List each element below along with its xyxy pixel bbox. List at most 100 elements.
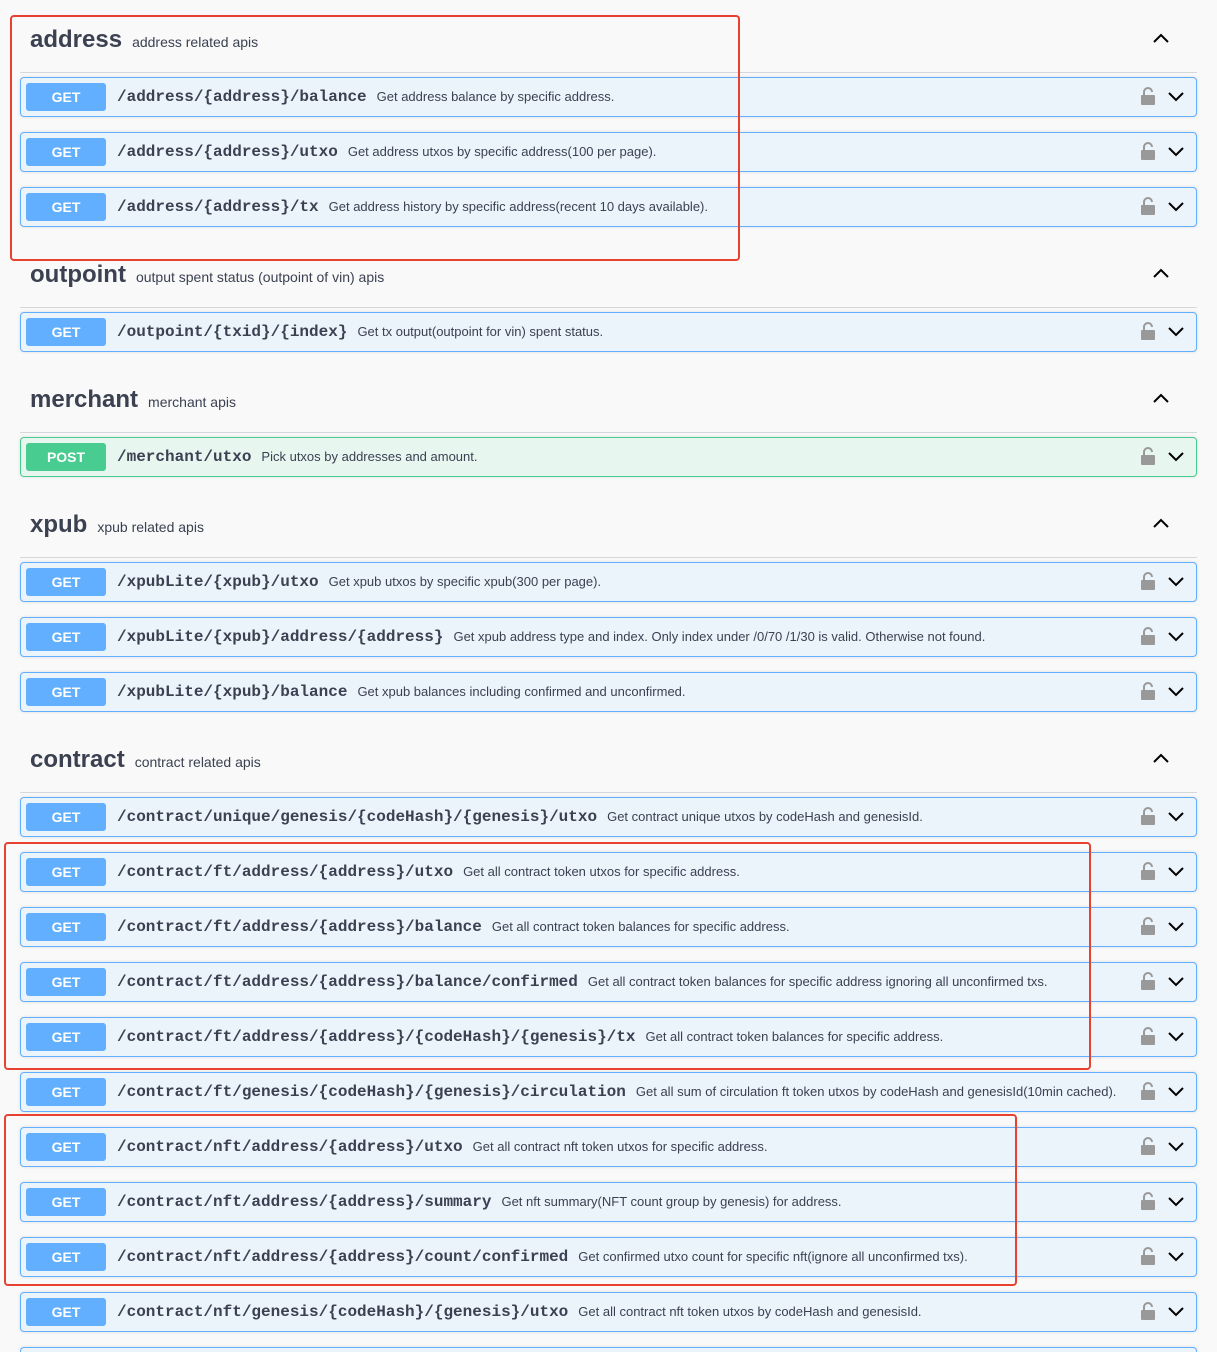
chevron-down-icon[interactable] bbox=[1166, 323, 1186, 341]
unlocked-padlock-icon[interactable] bbox=[1140, 1026, 1156, 1046]
unlocked-padlock-icon[interactable] bbox=[1140, 446, 1156, 466]
operation-path: /contract/ft/genesis/{codeHash}/{genesis… bbox=[117, 1073, 1116, 1111]
unlocked-padlock-icon[interactable] bbox=[1140, 916, 1156, 936]
operation-get-address-utxo[interactable]: GET /address/{address}/utxo Get address u… bbox=[20, 132, 1197, 172]
operation-get-outpoint[interactable]: GET /outpoint/{txid}/{index} Get tx outpu… bbox=[20, 312, 1197, 352]
chevron-down-icon[interactable] bbox=[1166, 1193, 1186, 1211]
unlocked-padlock-icon[interactable] bbox=[1140, 806, 1156, 826]
chevron-down-icon[interactable] bbox=[1166, 1083, 1186, 1101]
operation-path: /xpubLite/{xpub}/utxo Get xpub utxos by s… bbox=[117, 563, 601, 601]
chevron-down-icon[interactable] bbox=[1166, 1138, 1186, 1156]
chevron-down-icon[interactable] bbox=[1166, 808, 1186, 826]
chevron-down-icon[interactable] bbox=[1166, 1303, 1186, 1321]
operation-get-ft-address-utxo[interactable]: GET /contract/ft/address/{address}/utxo G… bbox=[20, 852, 1197, 892]
section-address-header[interactable]: address address related apis bbox=[20, 18, 1197, 73]
path-text: /contract/nft/address/{address}/count/co… bbox=[117, 1248, 569, 1266]
path-text: /merchant/utxo bbox=[117, 448, 252, 466]
method-badge: GET bbox=[26, 803, 106, 831]
chevron-up-icon[interactable] bbox=[1151, 388, 1171, 408]
path-text: /contract/nft/address/{address}/summary bbox=[117, 1193, 492, 1211]
section-description: contract related apis bbox=[134, 754, 261, 770]
chevron-down-icon[interactable] bbox=[1166, 143, 1186, 161]
operation-get-ft-address-balance[interactable]: GET /contract/ft/address/{address}/balan… bbox=[20, 907, 1197, 947]
method-badge: GET bbox=[26, 623, 106, 651]
section-description: xpub related apis bbox=[97, 519, 204, 535]
unlocked-padlock-icon[interactable] bbox=[1140, 1246, 1156, 1266]
chevron-down-icon[interactable] bbox=[1166, 448, 1186, 466]
operation-get-xpub-utxo[interactable]: GET /xpubLite/{xpub}/utxo Get xpub utxos … bbox=[20, 562, 1197, 602]
unlocked-padlock-icon[interactable] bbox=[1140, 321, 1156, 341]
chevron-down-icon[interactable] bbox=[1166, 628, 1186, 646]
chevron-down-icon[interactable] bbox=[1166, 683, 1186, 701]
section-contract-header[interactable]: contract contract related apis bbox=[20, 738, 1197, 793]
path-summary: Get tx output(outpoint for vin) spent st… bbox=[357, 324, 604, 339]
path-text: /xpubLite/{xpub}/address/{address} bbox=[117, 628, 444, 646]
unlocked-padlock-icon[interactable] bbox=[1140, 626, 1156, 646]
method-badge: GET bbox=[26, 138, 106, 166]
section-description: merchant apis bbox=[148, 394, 236, 410]
chevron-down-icon[interactable] bbox=[1166, 1248, 1186, 1266]
method-badge: GET bbox=[26, 1133, 106, 1161]
unlocked-padlock-icon[interactable] bbox=[1140, 141, 1156, 161]
section-outpoint-header[interactable]: outpoint output spent status (outpoint of… bbox=[20, 253, 1197, 308]
operation-get-ft-address-codehash-genesis-tx[interactable]: GET /contract/ft/address/{address}/{code… bbox=[20, 1017, 1197, 1057]
section-title: address address related apis bbox=[30, 26, 259, 53]
chevron-up-icon[interactable] bbox=[1151, 748, 1171, 768]
path-text: /contract/ft/address/{address}/balance/c… bbox=[117, 973, 578, 991]
operation-path: /xpubLite/{xpub}/address/{address} Get xp… bbox=[117, 618, 985, 656]
operation-get-address-tx[interactable]: GET /address/{address}/tx Get address his… bbox=[20, 187, 1197, 227]
section-merchant-header[interactable]: merchant merchant apis bbox=[20, 378, 1197, 433]
unlocked-padlock-icon[interactable] bbox=[1140, 571, 1156, 591]
path-summary: Get all contract token balances for spec… bbox=[491, 919, 790, 934]
chevron-down-icon[interactable] bbox=[1166, 863, 1186, 881]
operation-path: /contract/unique/genesis/{codeHash}/{gen… bbox=[117, 798, 923, 836]
chevron-up-icon[interactable] bbox=[1151, 28, 1171, 48]
unlocked-padlock-icon[interactable] bbox=[1140, 861, 1156, 881]
operation-get-ft-genesis-circulation[interactable]: GET /contract/ft/genesis/{codeHash}/{gen… bbox=[20, 1072, 1197, 1112]
operation-post-merchant-utxo[interactable]: POST /merchant/utxo Pick utxos by address… bbox=[20, 437, 1197, 477]
operation-path: /address/{address}/utxo Get address utxos… bbox=[117, 133, 656, 171]
operation-get-nft-address-summary[interactable]: GET /contract/nft/address/{address}/summ… bbox=[20, 1182, 1197, 1222]
method-badge: GET bbox=[26, 568, 106, 596]
section-xpub-header[interactable]: xpub xpub related apis bbox=[20, 503, 1197, 558]
operation-get-xpub-address[interactable]: GET /xpubLite/{xpub}/address/{address} Ge… bbox=[20, 617, 1197, 657]
unlocked-padlock-icon[interactable] bbox=[1140, 1191, 1156, 1211]
path-summary: Pick utxos by addresses and amount. bbox=[261, 449, 478, 464]
operation-get-address-balance[interactable]: GET /address/{address}/balance Get addres… bbox=[20, 77, 1197, 117]
method-badge: GET bbox=[26, 1298, 106, 1326]
section-title: outpoint output spent status (outpoint of… bbox=[30, 261, 385, 288]
path-summary: Get xpub utxos by specific xpub(300 per … bbox=[328, 574, 602, 589]
path-summary: Get contract unique utxos by codeHash an… bbox=[607, 809, 923, 824]
operation-partial[interactable] bbox=[20, 1347, 1197, 1352]
section-description: address related apis bbox=[132, 34, 259, 50]
operation-get-nft-genesis-utxo[interactable]: GET /contract/nft/genesis/{codeHash}/{ge… bbox=[20, 1292, 1197, 1332]
operation-path: /contract/nft/genesis/{codeHash}/{genesi… bbox=[117, 1293, 922, 1331]
unlocked-padlock-icon[interactable] bbox=[1140, 971, 1156, 991]
method-badge: GET bbox=[26, 1023, 106, 1051]
unlocked-padlock-icon[interactable] bbox=[1140, 196, 1156, 216]
chevron-down-icon[interactable] bbox=[1166, 918, 1186, 936]
unlocked-padlock-icon[interactable] bbox=[1140, 1301, 1156, 1321]
operation-path: /contract/ft/address/{address}/balance/c… bbox=[117, 963, 1047, 1001]
chevron-down-icon[interactable] bbox=[1166, 573, 1186, 591]
unlocked-padlock-icon[interactable] bbox=[1140, 1136, 1156, 1156]
chevron-down-icon[interactable] bbox=[1166, 88, 1186, 106]
operation-get-nft-address-utxo[interactable]: GET /contract/nft/address/{address}/utxo… bbox=[20, 1127, 1197, 1167]
operation-get-nft-address-count-confirmed[interactable]: GET /contract/nft/address/{address}/coun… bbox=[20, 1237, 1197, 1277]
chevron-down-icon[interactable] bbox=[1166, 973, 1186, 991]
operation-get-contract-unique-utxo[interactable]: GET /contract/unique/genesis/{codeHash}/… bbox=[20, 797, 1197, 837]
path-summary: Get xpub balances including confirmed an… bbox=[357, 684, 686, 699]
chevron-down-icon[interactable] bbox=[1166, 198, 1186, 216]
chevron-up-icon[interactable] bbox=[1151, 513, 1171, 533]
operation-path: /contract/nft/address/{address}/summary G… bbox=[117, 1183, 842, 1221]
operation-get-xpub-balance[interactable]: GET /xpubLite/{xpub}/balance Get xpub bal… bbox=[20, 672, 1197, 712]
operation-path: /contract/nft/address/{address}/utxo Get … bbox=[117, 1128, 767, 1166]
unlocked-padlock-icon[interactable] bbox=[1140, 86, 1156, 106]
unlocked-padlock-icon[interactable] bbox=[1140, 681, 1156, 701]
path-text: /xpubLite/{xpub}/utxo bbox=[117, 573, 319, 591]
chevron-down-icon[interactable] bbox=[1166, 1028, 1186, 1046]
operation-get-ft-address-balance-confirmed[interactable]: GET /contract/ft/address/{address}/balan… bbox=[20, 962, 1197, 1002]
path-summary: Get nft summary(NFT count group by genes… bbox=[501, 1194, 842, 1209]
chevron-up-icon[interactable] bbox=[1151, 263, 1171, 283]
unlocked-padlock-icon[interactable] bbox=[1140, 1081, 1156, 1101]
